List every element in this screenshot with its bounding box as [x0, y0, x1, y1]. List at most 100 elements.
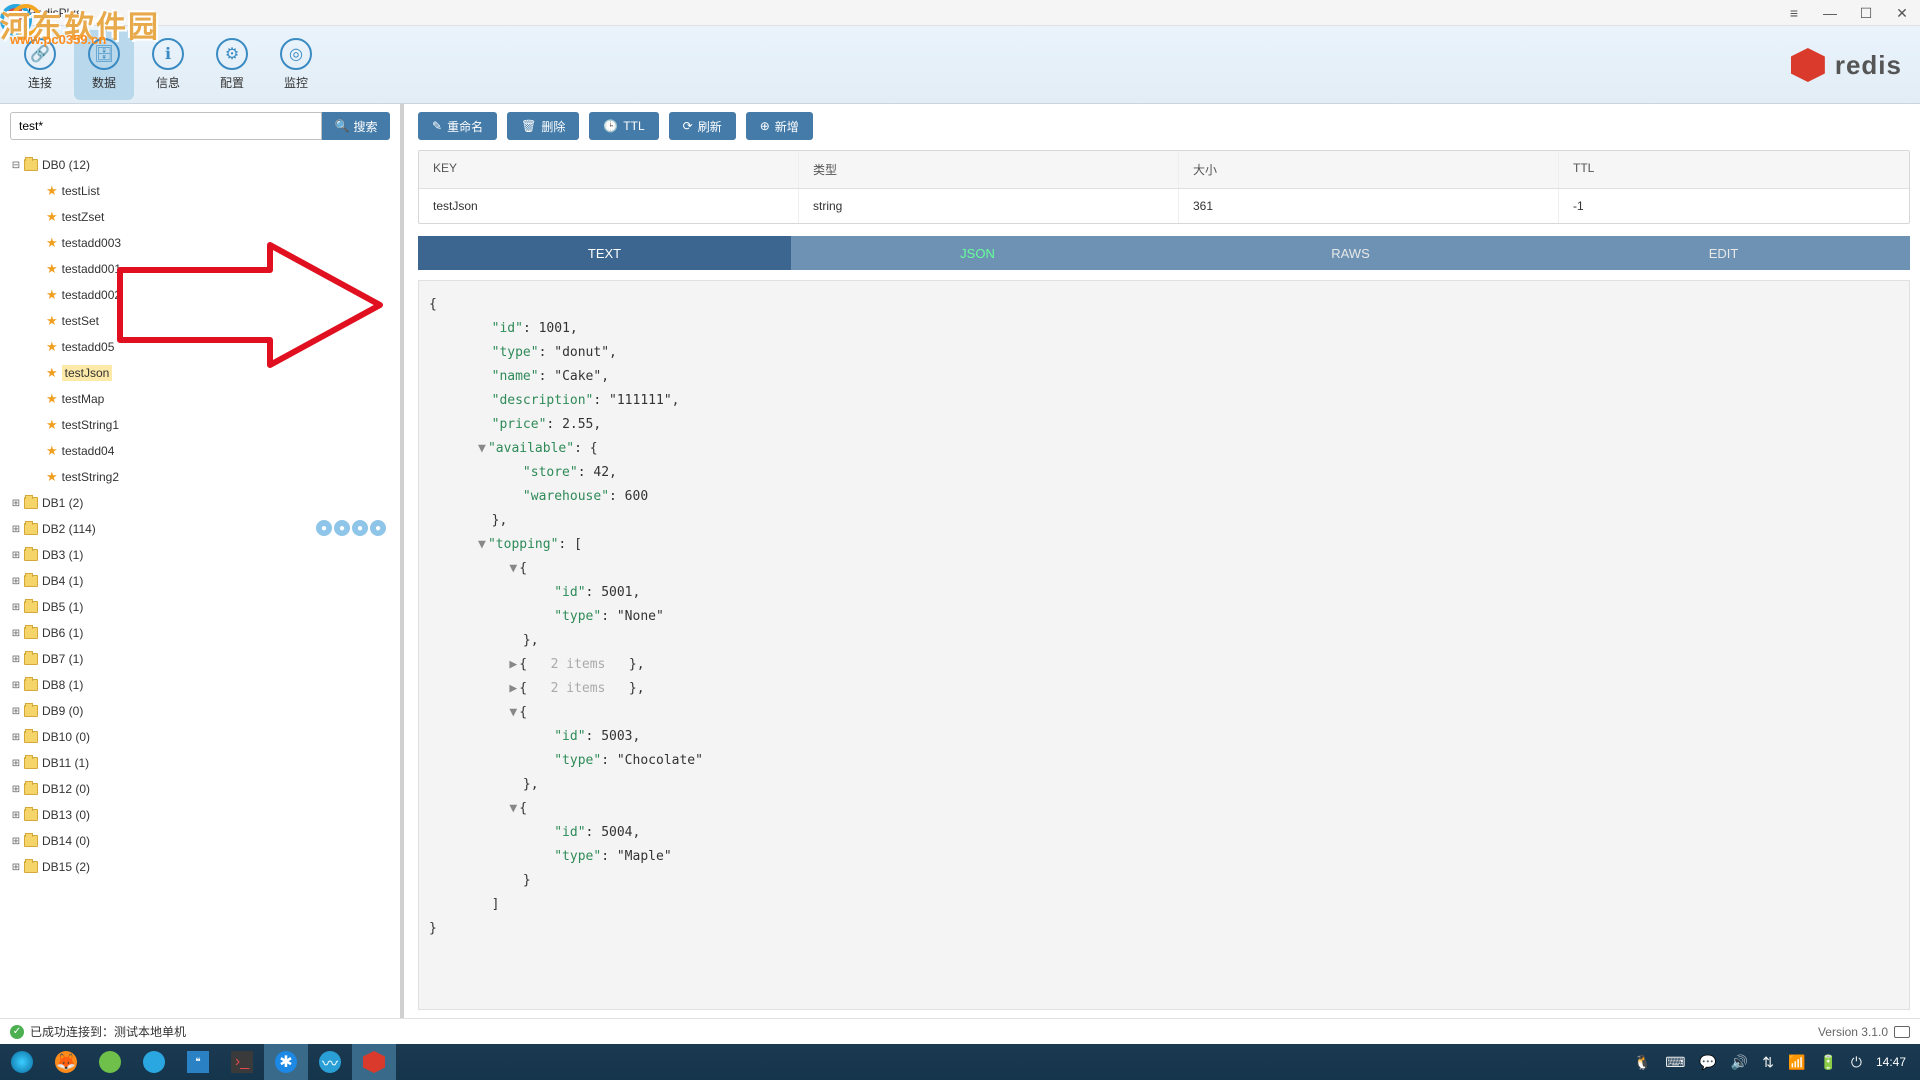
json-line: "type": "Maple" [429, 845, 1899, 869]
display-icon[interactable] [1894, 1026, 1910, 1038]
tray-wifi-icon[interactable]: 📶 [1788, 1054, 1805, 1071]
tray-volume-icon[interactable]: 🔊 [1731, 1054, 1748, 1071]
value-key: testJson [419, 189, 799, 223]
tree-key-testMap[interactable]: ★testMap [6, 386, 394, 412]
close-button[interactable]: ✕ [1884, 0, 1920, 26]
db-action-icon[interactable]: ● [316, 520, 332, 536]
tree-key-testJson[interactable]: ★testJson [6, 360, 394, 386]
tray-battery-icon[interactable]: 🔋 [1819, 1054, 1836, 1071]
toolbar-config[interactable]: ⚙ 配置 [202, 30, 262, 100]
refresh-button[interactable]: ⟳刷新 [669, 112, 736, 140]
toolbar-data[interactable]: 🗄 数据 [74, 30, 134, 100]
tree-key-testSet[interactable]: ★testSet [6, 308, 394, 334]
json-line: ▼"available": { [429, 437, 1899, 461]
header-ttl: TTL [1559, 151, 1909, 188]
blue-app-icon [143, 1051, 165, 1073]
rename-button[interactable]: ✎ 重命名 [418, 112, 497, 140]
taskbar-app4[interactable] [132, 1044, 176, 1080]
value-size: 361 [1179, 189, 1559, 223]
tab-raws[interactable]: RAWS [1164, 236, 1537, 270]
toolbar-monitor-label: 监控 [284, 74, 308, 91]
tree-key-testList[interactable]: ★testList [6, 178, 394, 204]
green-app-icon [99, 1051, 121, 1073]
db-action-icon[interactable]: ● [352, 520, 368, 536]
window-titlebar: RedisPlus ≡ — ☐ ✕ [0, 0, 1920, 26]
tree-db-12[interactable]: ⊞DB12 (0) [6, 776, 394, 802]
tree-db-10[interactable]: ⊞DB10 (0) [6, 724, 394, 750]
taskbar-app5[interactable]: ❝ [176, 1044, 220, 1080]
tab-text[interactable]: TEXT [418, 236, 791, 270]
delete-button[interactable]: 🗑删除 [507, 112, 579, 140]
tree-key-testString1[interactable]: ★testString1 [6, 412, 394, 438]
taskbar-redisplus[interactable] [352, 1044, 396, 1080]
json-line: ▶{ 2 items }, [429, 653, 1899, 677]
tree-db-11[interactable]: ⊞DB11 (1) [6, 750, 394, 776]
json-viewer[interactable]: { "id": 1001, "type": "donut", "name": "… [418, 280, 1910, 1010]
json-line: "type": "Chocolate" [429, 749, 1899, 773]
version-text: Version 3.1.0 [1818, 1025, 1888, 1039]
maximize-button[interactable]: ☐ [1848, 0, 1884, 26]
tree-key-testadd001[interactable]: ★testadd001 [6, 256, 394, 282]
tree-key-testadd05[interactable]: ★testadd05 [6, 334, 394, 360]
tree-db0[interactable]: ⊟DB0 (12) [6, 152, 394, 178]
minimize-button[interactable]: — [1812, 0, 1848, 26]
taskbar-launcher[interactable] [0, 1044, 44, 1080]
tree-key-testadd002[interactable]: ★testadd002 [6, 282, 394, 308]
monitor-icon: ◎ [280, 38, 312, 70]
tree-db-1[interactable]: ⊞DB1 (2) [6, 490, 394, 516]
tab-edit[interactable]: EDIT [1537, 236, 1910, 270]
key-tree[interactable]: ⊟DB0 (12)★testList★testZset★testadd003★t… [0, 148, 400, 1018]
tree-db-13[interactable]: ⊞DB13 (0) [6, 802, 394, 828]
tree-key-testadd003[interactable]: ★testadd003 [6, 230, 394, 256]
tab-json[interactable]: JSON [791, 236, 1164, 270]
search-input[interactable] [10, 112, 322, 140]
tree-key-testadd04[interactable]: ★testadd04 [6, 438, 394, 464]
db-action-icon[interactable]: ● [370, 520, 386, 536]
star-icon: ★ [46, 209, 58, 225]
main-toolbar: 🔗 连接 🗄 数据 ℹ 信息 ⚙ 配置 ◎ 监控 redis [0, 26, 1920, 104]
tray-keyboard-icon[interactable]: ⌨ [1665, 1054, 1685, 1071]
toolbar-info[interactable]: ℹ 信息 [138, 30, 198, 100]
json-line: }, [429, 509, 1899, 533]
toolbar-connect[interactable]: 🔗 连接 [10, 30, 70, 100]
taskbar-app7[interactable]: ✱ [264, 1044, 308, 1080]
pencil-icon: ✎ [432, 119, 442, 133]
tree-key-testZset[interactable]: ★testZset [6, 204, 394, 230]
toolbar-monitor[interactable]: ◎ 监控 [266, 30, 326, 100]
toolbar-connect-label: 连接 [28, 74, 52, 91]
tree-db-5[interactable]: ⊞DB5 (1) [6, 594, 394, 620]
taskbar-clock[interactable]: 14:47 [1876, 1055, 1906, 1069]
taskbar-app8[interactable]: 〰 [308, 1044, 352, 1080]
taskbar-terminal[interactable]: ›_ [220, 1044, 264, 1080]
tree-key-testString2[interactable]: ★testString2 [6, 464, 394, 490]
taskbar-firefox[interactable]: 🦊 [44, 1044, 88, 1080]
add-button[interactable]: ⊕新增 [746, 112, 813, 140]
taskbar-app3[interactable] [88, 1044, 132, 1080]
ttl-button[interactable]: 🕒TTL [589, 112, 658, 140]
tree-db-7[interactable]: ⊞DB7 (1) [6, 646, 394, 672]
tree-db-15[interactable]: ⊞DB15 (2) [6, 854, 394, 880]
tray-icon-1[interactable]: 🐧 [1634, 1054, 1651, 1071]
tray-power-icon[interactable]: ⏻ [1851, 1054, 1862, 1071]
tree-db-8[interactable]: ⊞DB8 (1) [6, 672, 394, 698]
json-line: "warehouse": 600 [429, 485, 1899, 509]
tray-net-icon[interactable]: ⇅ [1762, 1054, 1774, 1071]
star-icon: ★ [46, 339, 58, 355]
search-button[interactable]: 🔍 搜索 [322, 112, 390, 140]
star-icon: ★ [46, 365, 58, 381]
link-icon: 🔗 [24, 38, 56, 70]
action-row: ✎ 重命名 🗑删除 🕒TTL ⟳刷新 ⊕新增 [418, 112, 1910, 140]
tree-db-4[interactable]: ⊞DB4 (1) [6, 568, 394, 594]
tree-db-9[interactable]: ⊞DB9 (0) [6, 698, 394, 724]
hamburger-icon[interactable]: ≡ [1776, 0, 1812, 26]
db-action-icon[interactable]: ● [334, 520, 350, 536]
asterisk-icon: ✱ [275, 1051, 297, 1073]
json-line: "id": 5003, [429, 725, 1899, 749]
tree-db-14[interactable]: ⊞DB14 (0) [6, 828, 394, 854]
value-type: string [799, 189, 1179, 223]
rename-label: 重命名 [447, 118, 483, 135]
tree-db-3[interactable]: ⊞DB3 (1) [6, 542, 394, 568]
tray-wechat-icon[interactable]: 💬 [1699, 1054, 1716, 1071]
tree-db-2[interactable]: ⊞DB2 (114)●●●● [6, 516, 394, 542]
tree-db-6[interactable]: ⊞DB6 (1) [6, 620, 394, 646]
